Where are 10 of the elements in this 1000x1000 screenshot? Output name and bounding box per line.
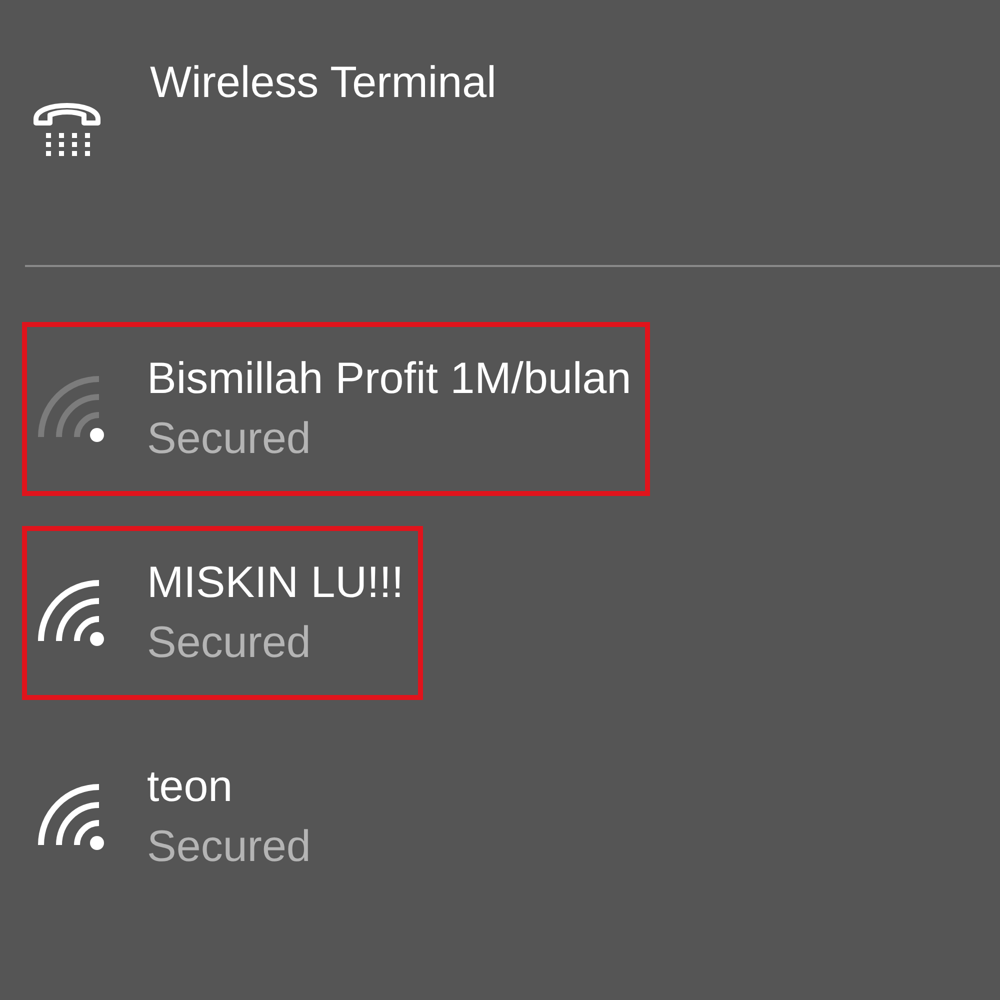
network-status: Secured	[147, 413, 312, 465]
network-name[interactable]: teon	[147, 757, 311, 817]
wifi-icon	[35, 577, 107, 649]
network-name[interactable]: Bismillah Profit 1M/bulan	[147, 349, 632, 409]
network-status: Secured	[147, 821, 311, 873]
network-status: Secured	[147, 617, 312, 669]
connection-name: Wireless Terminal	[150, 57, 496, 109]
network-name[interactable]: MISKIN LU!!!	[147, 553, 404, 613]
wifi-icon	[35, 781, 107, 853]
wifi-icon	[35, 373, 107, 445]
